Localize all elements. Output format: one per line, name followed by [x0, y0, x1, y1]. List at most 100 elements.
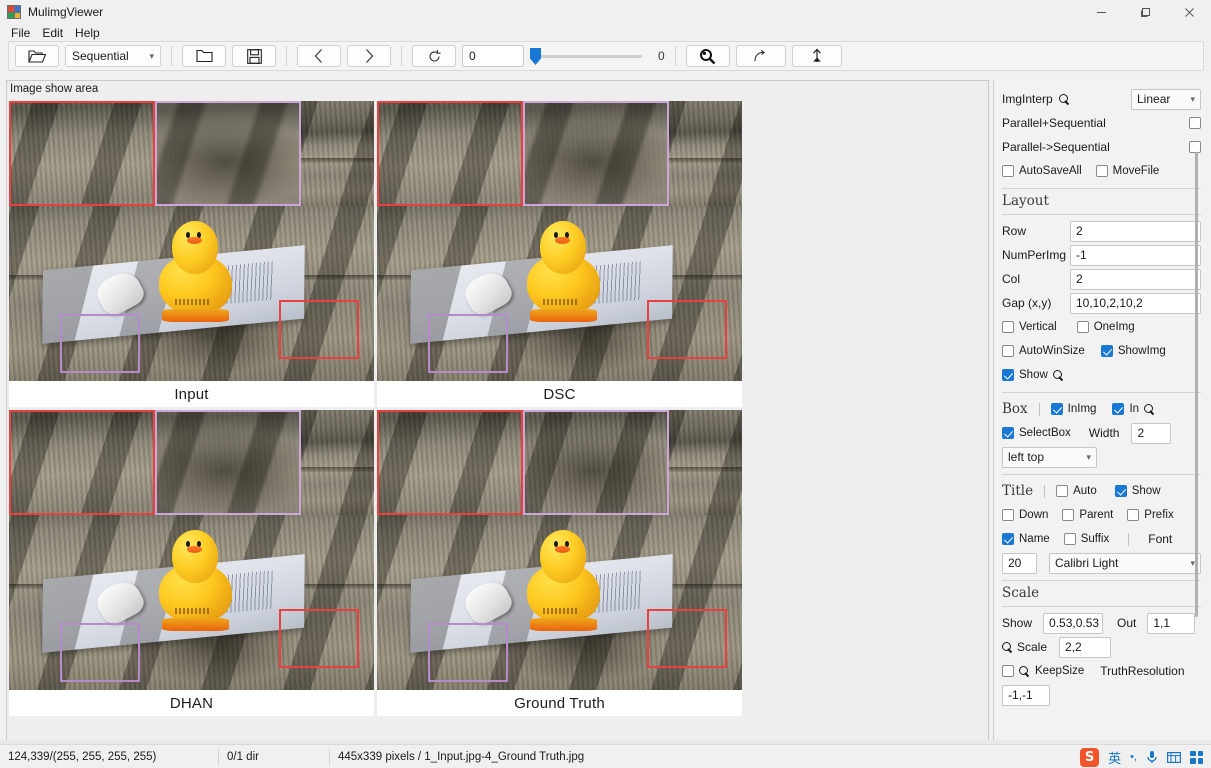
keyboard-icon[interactable] [1167, 751, 1181, 763]
parent-box[interactable] [1062, 509, 1075, 521]
down-checkbox[interactable]: Down [1002, 509, 1048, 521]
vertical-checkbox[interactable]: Vertical [1002, 321, 1057, 333]
save-button[interactable] [232, 45, 276, 67]
show-checkbox[interactable]: Show [1002, 369, 1064, 381]
image-cell-dhan[interactable]: DHAN [9, 410, 374, 716]
frame-slider[interactable] [530, 45, 642, 67]
row-input[interactable]: 2 [1070, 220, 1201, 242]
ime-punctuation-indicator[interactable]: •, [1130, 751, 1137, 763]
apps-grid-icon[interactable] [1190, 750, 1203, 764]
select-box-purple[interactable] [60, 313, 141, 373]
title-auto-box[interactable] [1056, 485, 1069, 497]
show-box[interactable] [1002, 369, 1014, 381]
magnifier-button[interactable] [685, 45, 730, 67]
menu-file[interactable]: File [7, 25, 38, 41]
gap-input[interactable]: 10,10,2,10,2 [1070, 292, 1201, 314]
undo-button[interactable] [735, 45, 786, 67]
options-scrollbar[interactable] [1195, 152, 1198, 617]
resolution-input[interactable]: -1,-1 [1002, 684, 1050, 706]
vertical-box[interactable] [1002, 321, 1014, 333]
imginterp-select[interactable]: Linear ▾ [1131, 88, 1201, 110]
scale-show-input[interactable]: 0.53,0.53 [1043, 612, 1104, 634]
inimg-box[interactable] [1050, 403, 1063, 415]
flip-button[interactable] [791, 45, 842, 67]
suffix-box[interactable] [1063, 533, 1076, 545]
showimg-box[interactable] [1100, 345, 1113, 357]
keepsize-box[interactable] [1002, 665, 1014, 677]
box-position-select[interactable]: left top ▾ [1002, 446, 1097, 468]
inimg-checkbox[interactable]: InImg [1050, 403, 1096, 415]
image-cell-ground-truth[interactable]: Ground Truth [377, 410, 742, 716]
parallel-to-sequential-row[interactable]: Parallel->Sequential [1002, 135, 1201, 159]
parallel-sequential-row[interactable]: Parallel+Sequential [1002, 111, 1201, 135]
crop-red[interactable] [9, 101, 155, 206]
photo-dsc[interactable] [377, 101, 742, 381]
maximize-button[interactable] [1123, 0, 1167, 24]
image-cell-dsc[interactable]: DSC [377, 101, 742, 407]
sogou-ime-icon[interactable]: S [1080, 747, 1100, 767]
menu-edit[interactable]: Edit [38, 25, 71, 41]
slider-thumb[interactable] [530, 48, 541, 65]
selectbox-checkbox[interactable]: SelectBox [1002, 427, 1071, 439]
crop-red[interactable] [9, 410, 155, 515]
title-show-box[interactable] [1114, 485, 1127, 497]
crop-purple[interactable] [155, 410, 301, 515]
movefile-box[interactable] [1095, 165, 1108, 177]
prev-button[interactable] [297, 45, 341, 67]
showimg-checkbox[interactable]: ShowImg [1100, 345, 1166, 357]
movefile-checkbox[interactable]: MoveFile [1095, 165, 1159, 177]
width-input[interactable]: 2 [1131, 422, 1172, 444]
oneimg-checkbox[interactable]: OneImg [1076, 321, 1135, 333]
crop-purple[interactable] [523, 101, 669, 206]
suffix-checkbox[interactable]: Suffix [1063, 533, 1109, 545]
menu-help[interactable]: Help [71, 25, 108, 41]
image-cell-input[interactable]: Input [9, 101, 374, 407]
close-button[interactable] [1167, 0, 1211, 24]
photo-ground-truth[interactable] [377, 410, 742, 690]
autosaveall-box[interactable] [1002, 165, 1014, 177]
mode-select[interactable]: Sequential ▾ [65, 45, 161, 67]
next-button[interactable] [347, 45, 391, 67]
crop-red[interactable] [377, 101, 523, 206]
numperimg-input[interactable]: -1 [1070, 244, 1201, 266]
selectbox-box[interactable] [1002, 427, 1014, 439]
photo-dhan[interactable] [9, 410, 374, 690]
open-folder-button[interactable] [15, 45, 59, 67]
font-family-select[interactable]: Calibri Light ▾ [1049, 552, 1201, 574]
select-box-purple[interactable] [428, 313, 509, 373]
autowinsize-box[interactable] [1002, 345, 1014, 357]
col-input[interactable]: 2 [1070, 268, 1201, 290]
autowinsize-checkbox[interactable]: AutoWinSize [1002, 345, 1085, 357]
keepsize-checkbox[interactable]: KeepSize [1002, 665, 1084, 677]
oneimg-box[interactable] [1076, 321, 1089, 333]
parent-checkbox[interactable]: Parent [1062, 509, 1113, 521]
select-box-purple[interactable] [60, 622, 141, 682]
crop-purple[interactable] [155, 101, 301, 206]
minimize-button[interactable] [1079, 0, 1123, 24]
output-folder-button[interactable] [182, 45, 226, 67]
scale-out-input[interactable]: 1,1 [1147, 612, 1196, 634]
select-box-purple[interactable] [428, 622, 509, 682]
in-mag-checkbox[interactable]: In [1112, 403, 1155, 415]
photo-input[interactable] [9, 101, 374, 381]
microphone-icon[interactable] [1146, 750, 1158, 764]
select-box-red[interactable] [647, 299, 728, 359]
name-checkbox[interactable]: Name [1002, 533, 1050, 545]
title-show-checkbox[interactable]: Show [1114, 485, 1161, 497]
crop-red[interactable] [377, 410, 523, 515]
title-auto-checkbox[interactable]: Auto [1056, 485, 1097, 497]
crop-purple[interactable] [523, 410, 669, 515]
select-box-red[interactable] [647, 608, 728, 668]
down-box[interactable] [1002, 509, 1014, 521]
scale-input[interactable]: 2,2 [1059, 636, 1112, 658]
prefix-box[interactable] [1127, 509, 1140, 521]
index-input[interactable]: 0 [462, 45, 524, 67]
parallel-sequential-checkbox[interactable] [1189, 117, 1201, 129]
ime-language-indicator[interactable]: 英 [1108, 748, 1121, 767]
refresh-button[interactable] [412, 45, 456, 67]
select-box-red[interactable] [279, 608, 360, 668]
name-box[interactable] [1002, 533, 1014, 545]
font-size-input[interactable]: 20 [1002, 552, 1037, 574]
prefix-checkbox[interactable]: Prefix [1127, 509, 1174, 521]
in-mag-box[interactable] [1112, 403, 1125, 415]
